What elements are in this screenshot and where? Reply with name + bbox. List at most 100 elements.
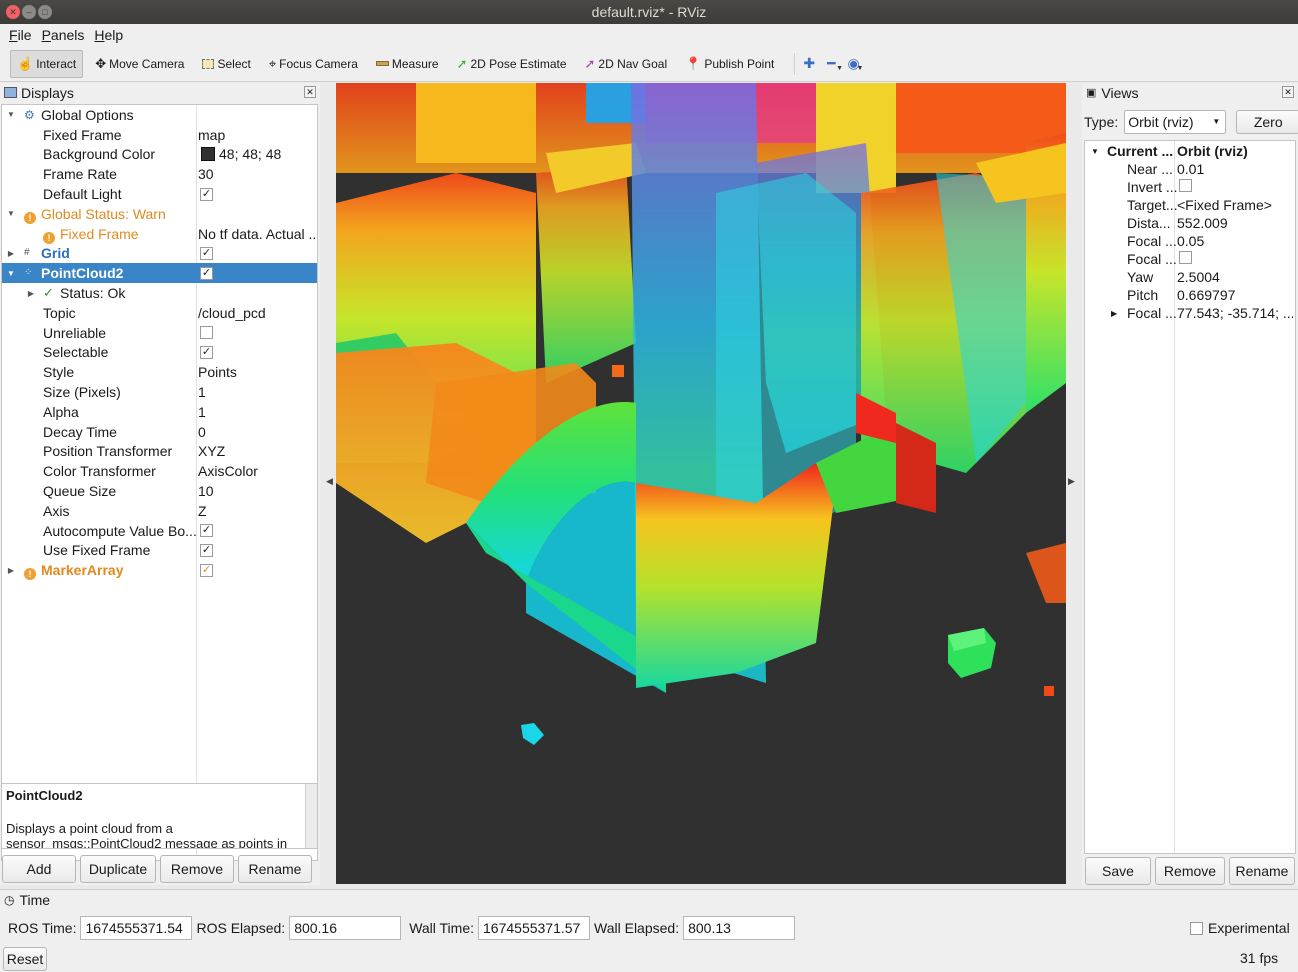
tree-row-background-color[interactable]: Background Color 48; 48; 48 — [2, 145, 317, 165]
close-views-panel-icon[interactable]: ✕ — [1282, 86, 1294, 98]
tool-2d-nav-goal[interactable]: ➚ 2D Nav Goal — [579, 50, 674, 78]
ros-elapsed-field[interactable]: 800.16 — [289, 916, 402, 940]
collapse-arrow-icon[interactable]: ▼ — [1091, 147, 1099, 156]
tree-row-use-fixed-frame[interactable]: Use Fixed Frame ✓ — [2, 541, 317, 561]
default-light-checkbox[interactable]: ✓ — [200, 187, 213, 201]
tree-row-fixed-frame-status[interactable]: ! Fixed Frame No tf data. Actual ... — [2, 224, 317, 244]
views-panel: ▣ Views ✕ Type: Orbit (rviz) ▼ Zero ▼ Cur… — [1082, 83, 1298, 885]
rename-display-button[interactable]: Rename — [238, 855, 312, 883]
tree-row-style[interactable]: Style Points — [2, 362, 317, 382]
displays-panel: Displays ✕ ▼ ⚙ Global Options Fixed Fram… — [0, 83, 320, 885]
expand-arrow-icon[interactable]: ▶ — [6, 249, 16, 258]
color-swatch[interactable] — [201, 147, 215, 162]
tool-select[interactable]: Select — [196, 50, 256, 78]
grid-checkbox[interactable]: ✓ — [200, 246, 213, 260]
menu-file[interactable]: File — [4, 24, 37, 46]
collapse-arrow-icon[interactable]: ▼ — [6, 110, 16, 119]
view-row-target-frame[interactable]: Target... <Fixed Frame> — [1085, 197, 1295, 215]
left-splitter-arrow-icon[interactable]: ◀ — [326, 476, 333, 487]
reset-button[interactable]: Reset — [3, 947, 47, 971]
gear-icon: ⚙ — [24, 108, 35, 122]
wall-time-field[interactable]: 1674555371.57 — [478, 916, 591, 940]
expand-arrow-icon[interactable]: ▶ — [6, 566, 16, 575]
remove-tool-icon[interactable]: ━ ▼ — [827, 55, 843, 72]
tree-row-decay-time[interactable]: Decay Time 0 — [2, 422, 317, 442]
tree-row-status-ok[interactable]: ▶ ✓ Status: Ok — [2, 283, 317, 303]
tree-row-global-status[interactable]: ▼ ! Global Status: Warn — [2, 204, 317, 224]
view-row-focal-shape-fixed[interactable]: Focal ... — [1085, 251, 1295, 269]
tree-row-unreliable[interactable]: Unreliable — [2, 323, 317, 343]
tree-row-axis[interactable]: Axis Z — [2, 501, 317, 521]
warning-icon: ! — [43, 228, 55, 244]
view-row-yaw[interactable]: Yaw 2.5004 — [1085, 269, 1295, 287]
tree-row-pointcloud2[interactable]: ▼ ⁘ PointCloud2 ✓ — [2, 263, 317, 284]
autocompute-checkbox[interactable]: ✓ — [200, 524, 213, 538]
pointcloud2-checkbox[interactable]: ✓ — [200, 266, 213, 280]
tree-row-frame-rate[interactable]: Frame Rate 30 — [2, 164, 317, 184]
grid-icon: # — [24, 246, 30, 258]
view-row-focal-point[interactable]: ▶ Focal ... 77.543; -35.714; ... — [1085, 305, 1295, 323]
right-splitter-arrow-icon[interactable]: ▶ — [1068, 476, 1075, 487]
view-row-near-clip[interactable]: Near ... 0.01 — [1085, 161, 1295, 179]
view-row-distance[interactable]: Dista... 552.009 — [1085, 215, 1295, 233]
tree-row-autocompute[interactable]: Autocompute Value Bo... ✓ — [2, 521, 317, 541]
tree-row-queue-size[interactable]: Queue Size 10 — [2, 481, 317, 501]
close-panel-icon[interactable]: ✕ — [304, 86, 316, 98]
tree-row-alpha[interactable]: Alpha 1 — [2, 402, 317, 422]
tree-row-topic[interactable]: Topic /cloud_pcd — [2, 303, 317, 323]
camera-icon: ▣ — [1086, 87, 1097, 99]
view-type-select[interactable]: Orbit (rviz) ▼ — [1124, 110, 1227, 134]
tool-publish-point[interactable]: 📍 Publish Point — [679, 50, 780, 78]
close-window-button[interactable]: ✕ — [6, 5, 20, 19]
remove-view-button[interactable]: Remove — [1155, 857, 1225, 885]
tree-row-position-transformer[interactable]: Position Transformer XYZ — [2, 442, 317, 462]
zero-button[interactable]: Zero — [1236, 110, 1298, 134]
remove-display-button[interactable]: Remove — [160, 855, 234, 883]
collapse-arrow-icon[interactable]: ▼ — [6, 269, 16, 278]
tool-2d-pose-estimate[interactable]: ➚ 2D Pose Estimate — [451, 50, 573, 78]
experimental-checkbox[interactable] — [1190, 921, 1203, 935]
save-view-button[interactable]: Save — [1085, 857, 1151, 885]
add-button[interactable]: Add — [2, 855, 76, 883]
menu-help[interactable]: Help — [89, 24, 128, 46]
tree-row-markerarray[interactable]: ▶ ! MarkerArray ✓ — [2, 560, 317, 581]
add-tool-icon[interactable]: ✚ — [803, 55, 815, 72]
use-fixed-frame-checkbox[interactable]: ✓ — [200, 543, 213, 557]
tree-row-fixed-frame[interactable]: Fixed Frame map — [2, 125, 317, 145]
rename-view-button[interactable]: Rename — [1229, 857, 1295, 885]
maximize-window-button[interactable]: □ — [38, 5, 52, 19]
description-scrollbar[interactable] — [305, 784, 317, 848]
tool-focus-camera[interactable]: ⌖ Focus Camera — [263, 50, 364, 78]
tool-move-camera[interactable]: ✥ Move Camera — [89, 50, 190, 78]
tree-row-grid[interactable]: ▶ # Grid ✓ — [2, 244, 317, 264]
invert-checkbox[interactable] — [1179, 179, 1192, 192]
selectable-checkbox[interactable]: ✓ — [200, 345, 213, 359]
duplicate-button[interactable]: Duplicate — [80, 855, 156, 883]
view-tool-icon[interactable]: ◉ ▼ — [848, 55, 864, 72]
minimize-window-button[interactable]: – — [22, 5, 36, 19]
tree-row-size[interactable]: Size (Pixels) 1 — [2, 382, 317, 402]
expand-arrow-icon[interactable]: ▶ — [1111, 309, 1117, 318]
render-viewport[interactable] — [336, 83, 1066, 884]
markerarray-checkbox[interactable]: ✓ — [200, 563, 213, 577]
ros-time-field[interactable]: 1674555371.54 — [80, 916, 193, 940]
wall-elapsed-field[interactable]: 800.13 — [683, 916, 796, 940]
ros-elapsed-label: ROS Elapsed: — [196, 920, 286, 936]
tree-row-default-light[interactable]: Default Light ✓ — [2, 184, 317, 204]
tree-row-global-options[interactable]: ▼ ⚙ Global Options — [2, 105, 317, 125]
expand-arrow-icon[interactable]: ▶ — [26, 289, 36, 298]
view-row-current[interactable]: ▼ Current ... Orbit (rviz) — [1085, 143, 1295, 161]
description-title: PointCloud2 — [6, 788, 83, 803]
collapse-arrow-icon[interactable]: ▼ — [6, 209, 16, 218]
tool-interact[interactable]: ☝ Interact — [10, 49, 84, 78]
view-row-pitch[interactable]: Pitch 0.669797 — [1085, 287, 1295, 305]
focal-shape-checkbox[interactable] — [1179, 251, 1192, 264]
tree-row-selectable[interactable]: Selectable ✓ — [2, 343, 317, 363]
tool-measure[interactable]: Measure — [370, 50, 445, 78]
menu-panels[interactable]: Panels — [37, 24, 90, 46]
unreliable-checkbox[interactable] — [200, 326, 213, 340]
experimental-option[interactable]: Experimental — [1188, 920, 1290, 936]
view-row-focal-shape-size[interactable]: Focal ... 0.05 — [1085, 233, 1295, 251]
tree-row-color-transformer[interactable]: Color Transformer AxisColor — [2, 461, 317, 481]
view-row-invert[interactable]: Invert ... — [1085, 179, 1295, 197]
